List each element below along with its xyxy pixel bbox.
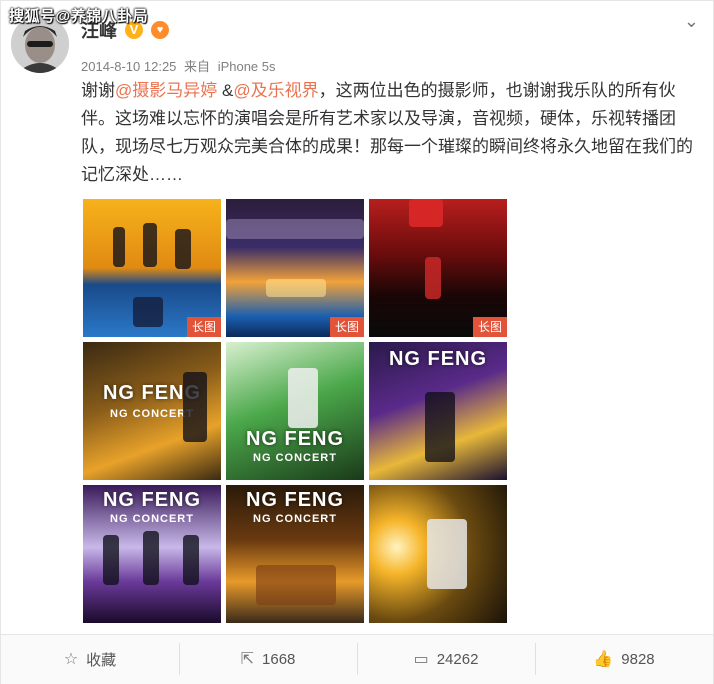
post-image[interactable]: 长图 xyxy=(83,199,221,337)
long-image-tag: 长图 xyxy=(186,317,221,337)
concert-banner-text: NG FENG xyxy=(388,348,488,370)
post-image[interactable]: NG FENG NG CONCERT xyxy=(83,485,221,623)
concert-banner-text: NG FENG xyxy=(102,489,202,511)
concert-banner-text: NG FENG xyxy=(245,489,345,511)
heart-badge-icon[interactable]: ♥ xyxy=(151,21,169,39)
mention-link[interactable]: @摄影马异婷 xyxy=(115,81,217,100)
long-image-tag: 长图 xyxy=(472,317,507,337)
post-image[interactable]: 长图 xyxy=(369,199,507,337)
star-icon: ☆ xyxy=(63,650,79,668)
post-image[interactable]: 长图 xyxy=(226,199,364,337)
post-text-part2: & xyxy=(217,81,234,100)
concert-banner-subtext: NG CONCERT xyxy=(110,513,194,525)
weibo-post-card: 搜狐号@养锦八卦局 汪峰 V ♥ ⌄ 2014-8-10 12:25 来自 iP… xyxy=(0,0,714,684)
post-image[interactable]: NG FENG NG CONCERT xyxy=(226,485,364,623)
post-image[interactable] xyxy=(369,485,507,623)
post-meta: 2014-8-10 12:25 来自 iPhone 5s xyxy=(81,56,276,75)
like-count: 9828 xyxy=(621,651,655,668)
image-grid: 长图 长图 长图 NG FENG NG CONCERT NG FENG NG C… xyxy=(83,199,507,623)
mention-link[interactable]: @及乐视界 xyxy=(233,81,318,100)
watermark: 搜狐号@养锦八卦局 xyxy=(9,8,149,25)
source-prefix: 来自 xyxy=(184,59,211,74)
comment-count: 24262 xyxy=(436,651,479,668)
comment-icon: ▭ xyxy=(413,650,429,668)
post-timestamp[interactable]: 2014-8-10 12:25 xyxy=(81,59,176,74)
repost-count: 1668 xyxy=(262,651,296,668)
action-bar: ☆ 收藏 ⇱ 1668 ▭ 24262 👍 9828 xyxy=(1,634,713,684)
chevron-down-icon[interactable]: ⌄ xyxy=(684,11,699,32)
concert-banner-subtext: NG CONCERT xyxy=(253,452,337,464)
share-icon: ⇱ xyxy=(240,650,255,668)
like-button[interactable]: 👍 9828 xyxy=(535,643,713,675)
concert-banner-subtext: NG CONCERT xyxy=(253,513,337,525)
long-image-tag: 长图 xyxy=(329,317,364,337)
repost-button[interactable]: ⇱ 1668 xyxy=(179,643,357,675)
thumbs-up-icon: 👍 xyxy=(593,650,614,668)
post-image[interactable]: NG FENG NG CONCERT xyxy=(83,342,221,480)
comment-button[interactable]: ▭ 24262 xyxy=(357,643,535,675)
favorite-button[interactable]: ☆ 收藏 xyxy=(1,649,179,670)
post-image[interactable]: NG FENG NG CONCERT xyxy=(226,342,364,480)
post-text-part1: 谢谢 xyxy=(81,81,115,100)
post-image[interactable]: NG FENG xyxy=(369,342,507,480)
post-source[interactable]: iPhone 5s xyxy=(218,59,276,74)
post-text: 谢谢@摄影马异婷 &@及乐视界，这两位出色的摄影师，也谢谢我乐队的所有伙伴。这场… xyxy=(81,77,701,189)
favorite-label: 收藏 xyxy=(86,652,117,669)
concert-banner-text: NG FENG xyxy=(245,428,345,450)
